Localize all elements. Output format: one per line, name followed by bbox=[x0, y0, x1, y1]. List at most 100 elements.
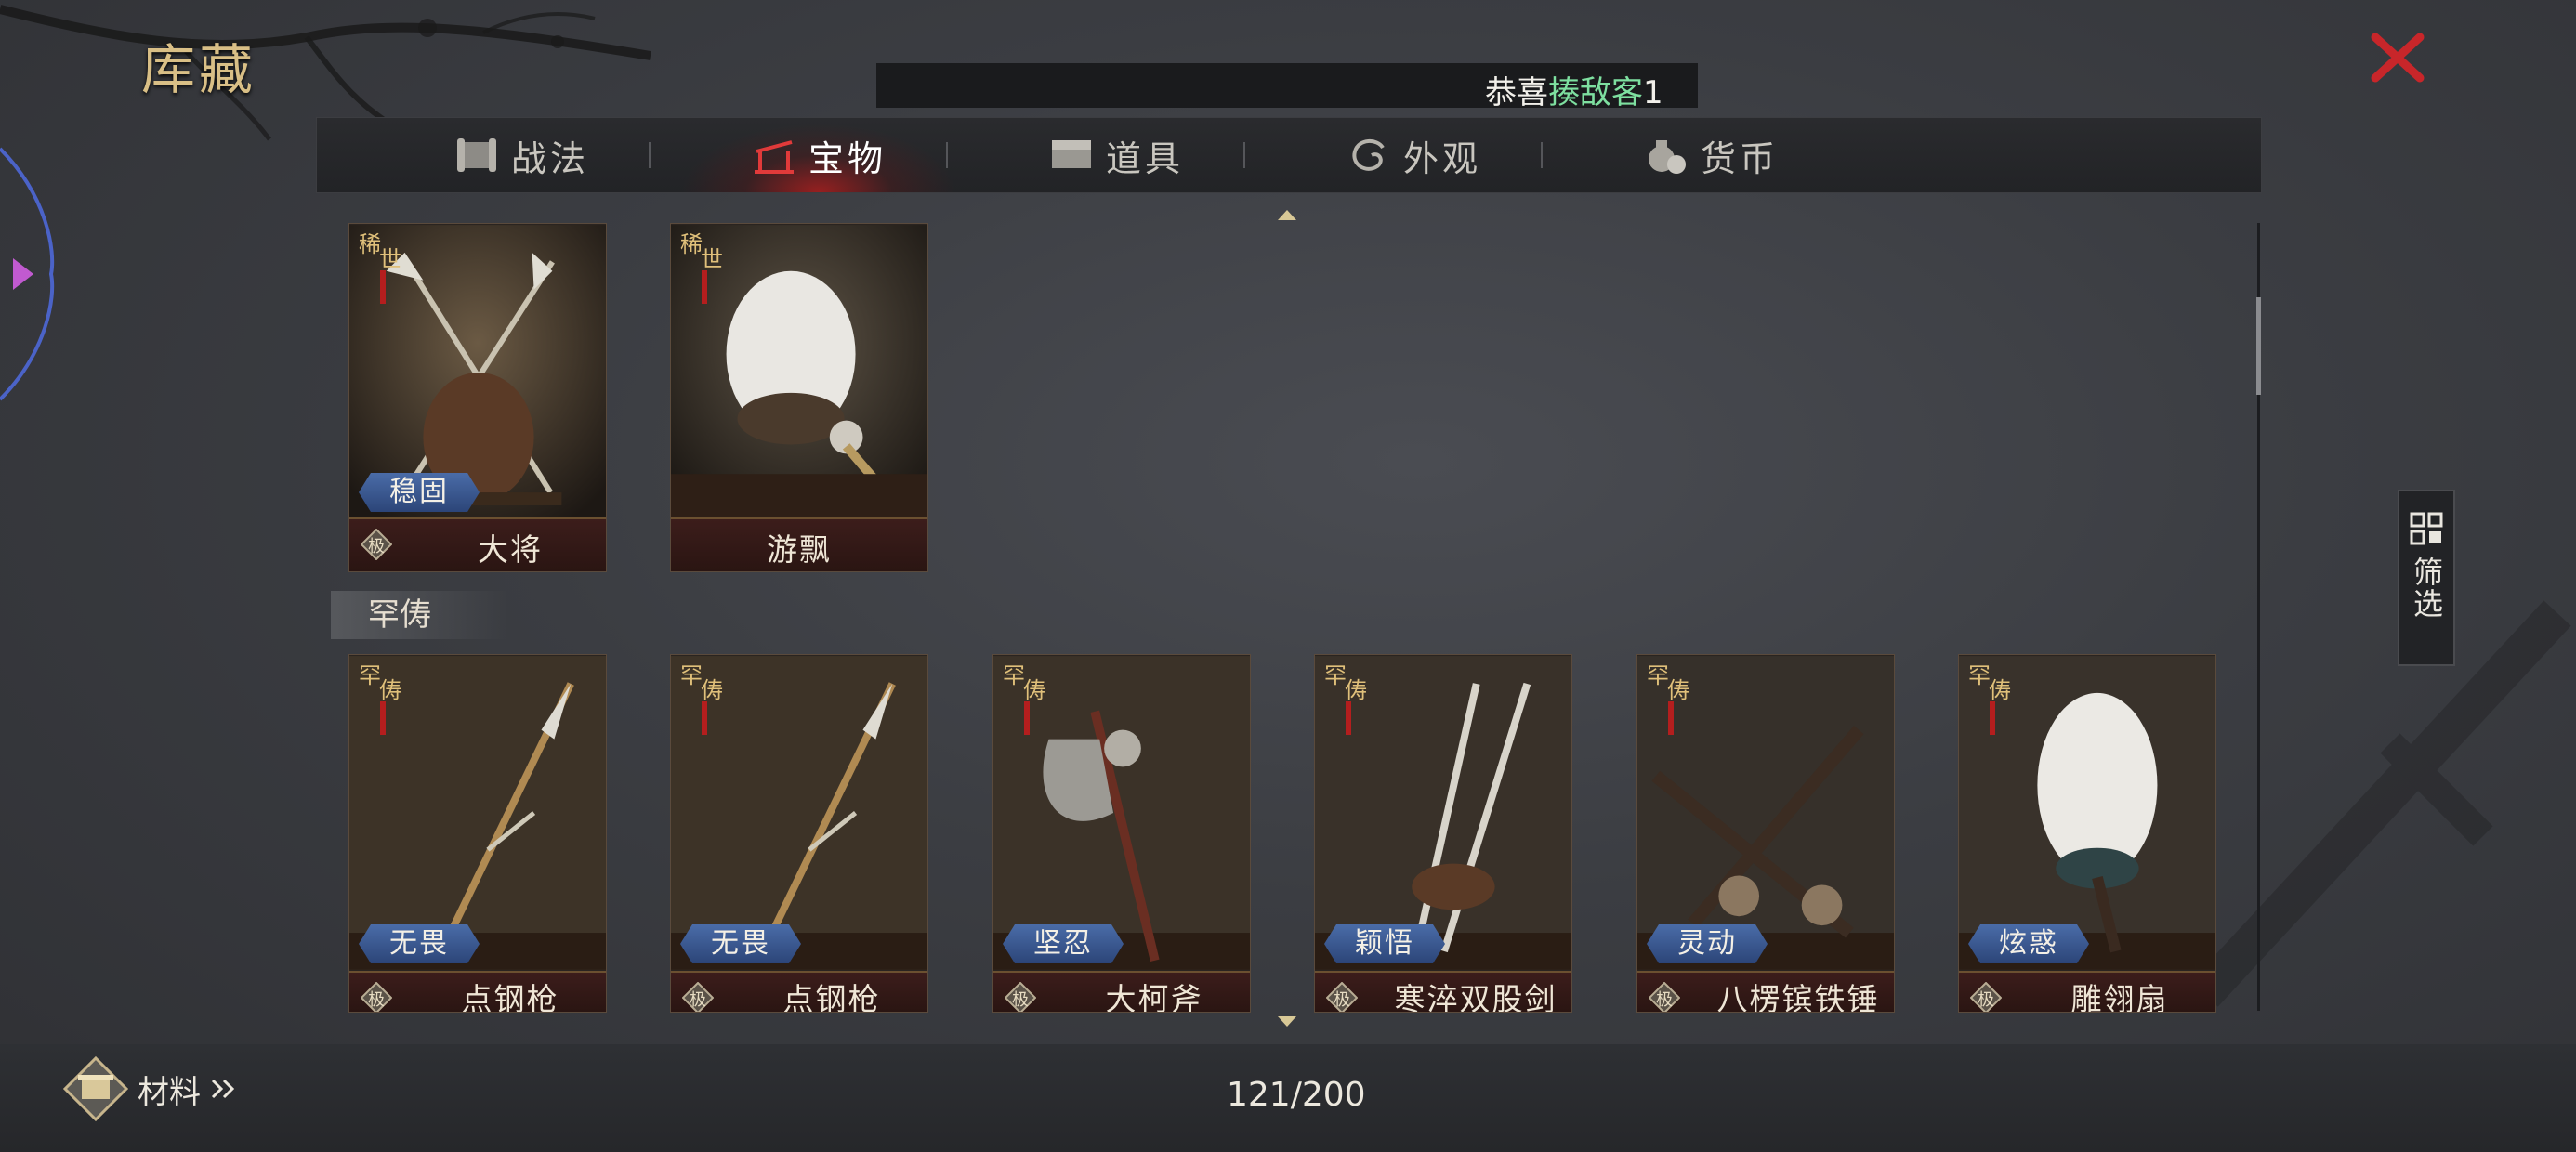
materials-button[interactable]: 材料 bbox=[63, 1052, 238, 1126]
svg-text:极: 极 bbox=[368, 537, 385, 556]
svg-text:俦: 俦 bbox=[1667, 677, 1689, 703]
filter-label: 筛选 bbox=[2409, 556, 2444, 620]
rarity-tassel-icon: 罕 俦 bbox=[1968, 662, 2011, 735]
section-label-hanchou: 罕俦 bbox=[331, 591, 507, 639]
chest-icon bbox=[1051, 140, 1091, 168]
ticker-player-name: 揍敌客 bbox=[1548, 74, 1643, 108]
svg-text:罕: 罕 bbox=[1324, 662, 1347, 688]
tab-label: 道具 bbox=[1105, 137, 1184, 179]
trait-badge: 无畏 bbox=[680, 924, 801, 963]
grade-diamond-icon: 极 bbox=[361, 982, 392, 1012]
grade-diamond-icon: 极 bbox=[1970, 982, 2002, 1012]
rarity-tassel-icon: 罕 俦 bbox=[1003, 662, 1045, 735]
card-name: 八楞镔铁锤 bbox=[1716, 981, 1880, 1013]
tab-waiguan[interactable]: 外观 bbox=[1265, 118, 1562, 192]
tab-divider bbox=[649, 142, 651, 168]
grade-diamond-icon: 极 bbox=[361, 529, 392, 560]
tab-baowu[interactable]: 宝物 bbox=[670, 118, 967, 192]
trait-badge: 炫惑 bbox=[1968, 924, 2089, 963]
tab-zhanfa[interactable]: 战法 bbox=[373, 118, 670, 192]
treasure-card[interactable]: 罕 俦 灵动 极 八楞镔铁锤 bbox=[1636, 654, 1895, 1013]
treasure-card[interactable]: 稀 世 稳固 极 大将 bbox=[348, 223, 607, 572]
card-name-bar: 极 雕翎扇 bbox=[1959, 971, 2215, 1012]
trait-badge: 无畏 bbox=[359, 924, 480, 963]
tab-divider bbox=[1541, 142, 1543, 168]
card-name: 点钢枪 bbox=[782, 981, 881, 1013]
weapon-rack-icon bbox=[754, 140, 794, 174]
card-name: 雕翎扇 bbox=[2070, 981, 2169, 1013]
close-icon bbox=[2371, 33, 2425, 83]
rarity-tassel-icon: 罕 俦 bbox=[1647, 662, 1689, 735]
money-bag-icon bbox=[1648, 140, 1686, 174]
svg-text:罕: 罕 bbox=[1647, 662, 1669, 688]
announcement-ticker: 恭喜揍敌客1 bbox=[876, 63, 1698, 108]
tab-divider bbox=[946, 142, 948, 168]
svg-text:世: 世 bbox=[701, 246, 723, 272]
materials-icon bbox=[63, 1056, 128, 1121]
close-button[interactable] bbox=[2368, 28, 2427, 87]
filter-button[interactable]: 筛选 bbox=[2398, 490, 2455, 666]
tab-divider bbox=[1243, 142, 1245, 168]
card-name-bar: 极 点钢枪 bbox=[671, 971, 927, 1012]
svg-text:俦: 俦 bbox=[1989, 677, 2011, 703]
category-tabs: 战法 宝物 道具 外观 货币 bbox=[316, 117, 2262, 193]
card-name-bar: 极 大将 bbox=[349, 517, 606, 571]
card-name: 大柯斧 bbox=[1105, 981, 1203, 1013]
tab-label: 战法 bbox=[510, 137, 589, 179]
materials-label: 材料 bbox=[138, 1073, 201, 1111]
treasure-card[interactable]: 罕 俦 无畏 极 点钢枪 bbox=[348, 654, 607, 1013]
treasure-card[interactable]: 罕 俦 炫惑 极 雕翎扇 bbox=[1958, 654, 2216, 1013]
svg-text:极: 极 bbox=[1656, 990, 1673, 1010]
svg-text:俦: 俦 bbox=[701, 677, 723, 703]
tab-label: 外观 bbox=[1402, 137, 1481, 179]
svg-text:俦: 俦 bbox=[1023, 677, 1045, 703]
treasure-card[interactable]: 罕 俦 颖悟 极 寒淬双股剑 bbox=[1314, 654, 1572, 1013]
rarity-tassel-icon: 罕 俦 bbox=[1324, 662, 1367, 735]
svg-text:极: 极 bbox=[368, 990, 385, 1010]
card-name-bar: 极 寒淬双股剑 bbox=[1315, 971, 1571, 1012]
treasure-card[interactable]: 罕 俦 无畏 极 点钢枪 bbox=[670, 654, 928, 1013]
grid-filter-icon bbox=[2410, 512, 2443, 545]
tab-huobi[interactable]: 货币 bbox=[1562, 118, 1860, 192]
page-title: 库藏 bbox=[141, 38, 257, 101]
side-drawer-toggle[interactable] bbox=[0, 139, 56, 409]
svg-text:俦: 俦 bbox=[1345, 677, 1367, 703]
svg-text:世: 世 bbox=[379, 246, 401, 272]
ticker-suffix: 1 bbox=[1643, 74, 1663, 108]
scroll-up-arrow-icon[interactable] bbox=[1276, 207, 1298, 222]
rarity-tassel-icon: 稀 世 bbox=[680, 231, 723, 304]
treasure-card[interactable]: 稀 世 游飘 bbox=[670, 223, 928, 572]
swirl-icon bbox=[1352, 139, 1385, 171]
treasure-card[interactable]: 罕 俦 坚忍 极 大柯斧 bbox=[992, 654, 1251, 1013]
scrollbar-thumb[interactable] bbox=[2256, 297, 2261, 395]
card-name-bar: 游飘 bbox=[671, 517, 927, 571]
svg-text:罕: 罕 bbox=[680, 662, 703, 688]
scroll-down-arrow-icon[interactable] bbox=[1276, 1015, 1298, 1029]
svg-text:罕: 罕 bbox=[359, 662, 381, 688]
card-name: 游飘 bbox=[767, 531, 832, 568]
grade-diamond-icon: 极 bbox=[1005, 982, 1036, 1012]
trait-badge: 稳固 bbox=[359, 473, 480, 512]
trait-badge: 灵动 bbox=[1647, 924, 1768, 963]
grade-diamond-icon: 极 bbox=[682, 982, 714, 1012]
svg-text:稀: 稀 bbox=[680, 231, 703, 257]
card-name: 寒淬双股剑 bbox=[1394, 981, 1557, 1013]
inventory-count: 121/200 bbox=[1227, 1076, 1366, 1114]
grade-diamond-icon: 极 bbox=[1649, 982, 1680, 1012]
trait-badge: 坚忍 bbox=[1003, 924, 1124, 963]
svg-text:极: 极 bbox=[690, 990, 706, 1010]
card-name-bar: 极 八楞镔铁锤 bbox=[1637, 971, 1894, 1012]
tab-daoju[interactable]: 道具 bbox=[967, 118, 1265, 192]
svg-text:罕: 罕 bbox=[1968, 662, 1991, 688]
card-name: 点钢枪 bbox=[461, 981, 559, 1013]
card-name: 大将 bbox=[478, 531, 543, 568]
svg-text:极: 极 bbox=[1012, 990, 1029, 1010]
grade-diamond-icon: 极 bbox=[1326, 982, 1358, 1012]
svg-text:稀: 稀 bbox=[359, 231, 381, 257]
svg-text:罕: 罕 bbox=[1003, 662, 1025, 688]
tab-label: 货币 bbox=[1700, 137, 1779, 179]
chevron-right-icon bbox=[0, 147, 55, 401]
trait-badge: 颖悟 bbox=[1324, 924, 1445, 963]
double-chevron-right-icon bbox=[211, 1079, 235, 1099]
scroll-icon bbox=[456, 138, 496, 172]
